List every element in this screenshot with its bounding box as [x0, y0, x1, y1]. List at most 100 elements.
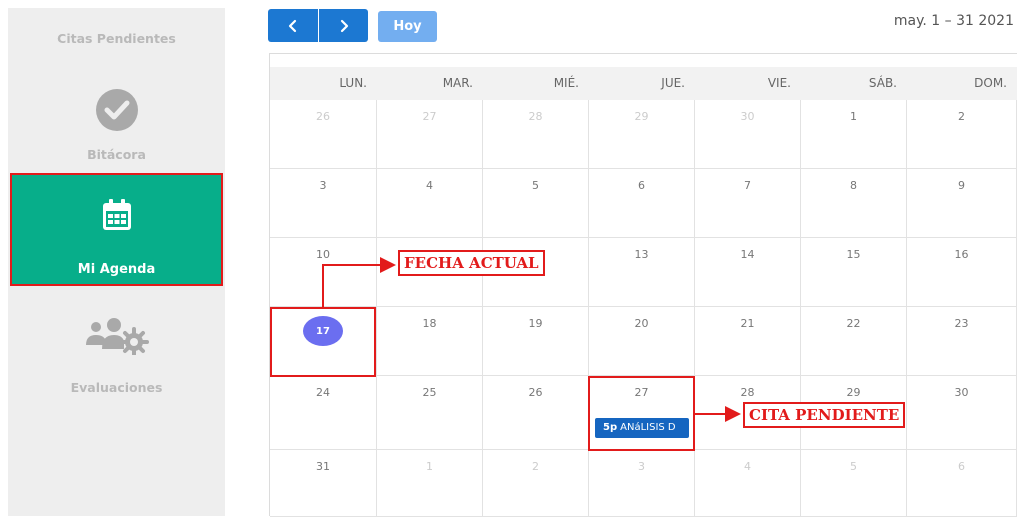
day-number: 26	[528, 386, 543, 399]
day-cell[interactable]: 30	[907, 376, 1017, 450]
day-cell[interactable]: 18	[377, 307, 483, 376]
day-cell[interactable]: 30	[695, 100, 801, 169]
day-number: 3	[638, 460, 645, 473]
day-number: 3	[319, 179, 327, 192]
day-cell[interactable]: 16	[907, 238, 1017, 307]
day-cell[interactable]: 5	[801, 450, 907, 517]
sidebar-item-bitacora[interactable]: Bitácora	[8, 147, 225, 162]
day-number: 1	[426, 460, 433, 473]
sidebar-item-mi-agenda[interactable]: Mi Agenda	[10, 173, 223, 286]
day-cell[interactable]: 3	[589, 450, 695, 517]
day-cell[interactable]: 31	[270, 450, 377, 517]
day-number: 10	[316, 248, 330, 261]
day-number: 31	[316, 460, 330, 473]
day-cell[interactable]: 21	[695, 307, 801, 376]
day-number: 16	[954, 248, 969, 261]
day-cell[interactable]: 23	[907, 307, 1017, 376]
day-number: 28	[740, 386, 755, 399]
day-number: 15	[846, 248, 861, 261]
weekday-4: VIE.	[767, 76, 791, 90]
day-number: 29	[846, 386, 861, 399]
next-button[interactable]	[319, 9, 368, 42]
day-cell[interactable]: 3	[270, 169, 377, 238]
day-cell[interactable]: 24	[270, 376, 377, 450]
day-cell[interactable]: 6	[907, 450, 1017, 517]
date-range: may. 1 – 31 2021	[893, 13, 1014, 29]
day-number: 4	[426, 179, 433, 192]
check-circle-icon[interactable]	[8, 88, 225, 132]
day-cell[interactable]: 25	[377, 376, 483, 450]
sidebar-item-label: Mi Agenda	[77, 262, 156, 277]
chevron-left-icon	[288, 19, 297, 32]
today-button[interactable]: Hoy	[378, 11, 437, 42]
day-number: 27	[422, 110, 437, 123]
day-number: 20	[634, 317, 649, 330]
day-number: 5	[532, 179, 539, 192]
day-number: 30	[740, 110, 755, 123]
day-number: 5	[850, 460, 857, 473]
day-number: 22	[846, 317, 861, 330]
day-number: 13	[634, 248, 649, 261]
day-number: 30	[954, 386, 969, 399]
day-number: 6	[958, 460, 965, 473]
day-cell[interactable]: 8	[801, 169, 907, 238]
prev-button[interactable]	[268, 9, 318, 42]
day-number: 2	[532, 460, 539, 473]
day-number: 2	[958, 110, 965, 123]
day-cell[interactable]: 6	[589, 169, 695, 238]
day-number: 7	[744, 179, 751, 192]
calendar-icon	[10, 199, 223, 231]
day-cell[interactable]: 2	[907, 100, 1017, 169]
day-number: 26	[316, 110, 330, 123]
weekday-5: SÁB.	[868, 76, 897, 90]
day-cell[interactable]: 10	[270, 238, 377, 307]
chevron-right-icon	[340, 19, 348, 32]
day-cell[interactable]: 29	[589, 100, 695, 169]
weekday-2: MIÉ.	[553, 76, 579, 90]
day-cell[interactable]: 22	[801, 307, 907, 376]
day-number: 14	[740, 248, 755, 261]
day-cell[interactable]: 26	[270, 100, 377, 169]
day-number: 8	[850, 179, 857, 192]
day-number: 25	[422, 386, 437, 399]
day-cell[interactable]: 14	[695, 238, 801, 307]
weekday-1: MAR.	[442, 76, 473, 90]
day-cell[interactable]: 9	[907, 169, 1017, 238]
day-number: 4	[744, 460, 751, 473]
day-cell[interactable]: 4	[695, 450, 801, 517]
day-cell[interactable]: 1	[801, 100, 907, 169]
day-cell[interactable]: 7	[695, 169, 801, 238]
day-number: 19	[528, 317, 543, 330]
day-number: 28	[528, 110, 543, 123]
weekday-0: LUN.	[339, 76, 367, 90]
day-cell[interactable]: 13	[589, 238, 695, 307]
weekday-6: DOM.	[974, 76, 1007, 90]
day-number: 29	[634, 110, 649, 123]
day-cell[interactable]: 5	[483, 169, 589, 238]
day-number: 21	[740, 317, 755, 330]
day-cell[interactable]: 27	[377, 100, 483, 169]
weekday-3: JUE.	[661, 76, 685, 90]
cita-pendiente-highlight	[588, 376, 695, 451]
fecha-actual-highlight	[270, 307, 376, 377]
sidebar-item-evaluaciones[interactable]: Evaluaciones	[8, 380, 225, 395]
day-cell[interactable]: 28	[483, 100, 589, 169]
day-number: 24	[316, 386, 330, 399]
day-cell[interactable]: 26	[483, 376, 589, 450]
day-number: 9	[958, 179, 965, 192]
day-cell[interactable]: 4	[377, 169, 483, 238]
day-cell[interactable]: 1	[377, 450, 483, 517]
weekday-header: LUN. MAR. MIÉ. JUE. VIE. SÁB. DOM.	[270, 67, 1017, 100]
day-number: 23	[954, 317, 969, 330]
day-number: 18	[422, 317, 437, 330]
day-cell[interactable]: 19	[483, 307, 589, 376]
day-number: 1	[850, 110, 857, 123]
day-cell[interactable]: 20	[589, 307, 695, 376]
day-cell[interactable]: 2	[483, 450, 589, 517]
users-gear-icon[interactable]	[8, 315, 225, 355]
day-number: 6	[638, 179, 645, 192]
sidebar-item-citas-pendientes[interactable]: Citas Pendientes	[8, 31, 225, 46]
fecha-actual-label: FECHA ACTUAL	[398, 250, 545, 276]
cita-pendiente-label: CITA PENDIENTE	[743, 402, 906, 428]
day-cell[interactable]: 15	[801, 238, 907, 307]
